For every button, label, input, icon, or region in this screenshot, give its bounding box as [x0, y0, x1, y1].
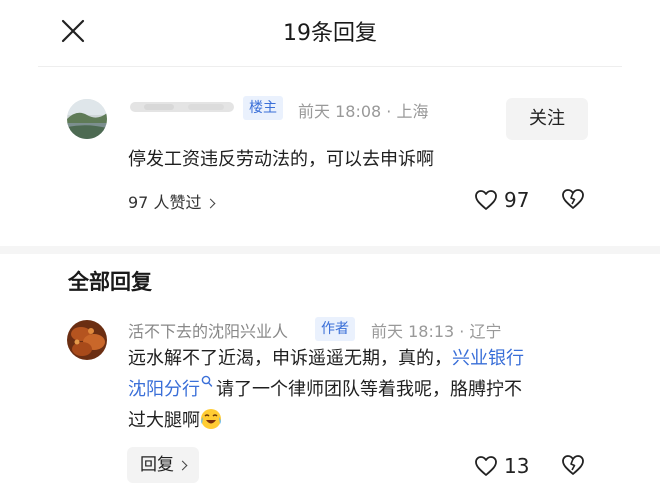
avatar[interactable] — [67, 99, 107, 139]
section-title: 全部回复 — [68, 270, 152, 294]
dislike-button[interactable] — [561, 188, 585, 210]
follow-button[interactable]: 关注 — [506, 98, 588, 140]
reply-text-segment: 请了一个律师团队等着我呢，胳膊拧不 — [216, 379, 522, 400]
header: 19条回复 — [0, 0, 660, 64]
bank-link-part2[interactable]: 沈阳分行 — [128, 379, 200, 400]
author-badge: 作者 — [315, 317, 355, 341]
reply-text-line2: 沈阳分行 请了一个律师团队等着我呢，胳膊拧不 — [128, 373, 522, 407]
like-button[interactable]: 13 — [474, 454, 529, 478]
page-title: 19条回复 — [283, 21, 377, 46]
reply-text-segment: 远水解不了近渴，申诉遥遥无期，真的， — [128, 348, 452, 369]
avatar[interactable] — [67, 320, 107, 360]
section-divider — [0, 246, 660, 254]
author-name[interactable]: 活不下去的沈阳兴业人 — [128, 318, 288, 342]
comment-text: 停发工资违反劳动法的，可以去申诉啊 — [128, 149, 434, 170]
dislike-button[interactable] — [561, 454, 585, 476]
reply-button[interactable]: 回复 — [127, 447, 199, 483]
like-button[interactable]: 97 — [474, 188, 529, 212]
like-count: 13 — [504, 454, 530, 478]
heart-icon — [475, 190, 497, 210]
reply-button-label: 回复 — [140, 455, 174, 475]
search-icon[interactable] — [201, 375, 213, 389]
bank-link-part1[interactable]: 兴业银行 — [452, 348, 524, 369]
reply-text-line3: 过大腿啊 — [128, 404, 222, 438]
like-count: 97 — [504, 188, 530, 212]
crying-laughing-emoji-icon — [201, 409, 221, 429]
likes-summary: 97 人赞过 — [128, 193, 202, 212]
comment-meta: 前天 18:08 · 上海 — [298, 102, 429, 121]
likes-summary-link[interactable]: 97 人赞过 — [128, 189, 216, 213]
reply-text-segment: 过大腿啊 — [128, 410, 200, 431]
blurred-username — [130, 98, 236, 116]
chevron-right-icon — [206, 198, 216, 209]
op-badge: 楼主 — [243, 96, 283, 120]
reply-meta: 前天 18:13 · 辽宁 — [371, 322, 502, 341]
heart-icon — [475, 456, 497, 476]
broken-heart-icon — [562, 455, 584, 475]
header-divider — [38, 66, 622, 67]
reply-text-line1: 远水解不了近渴，申诉遥遥无期，真的，兴业银行 — [128, 342, 524, 376]
chevron-right-icon — [177, 460, 188, 471]
broken-heart-icon — [562, 189, 584, 209]
